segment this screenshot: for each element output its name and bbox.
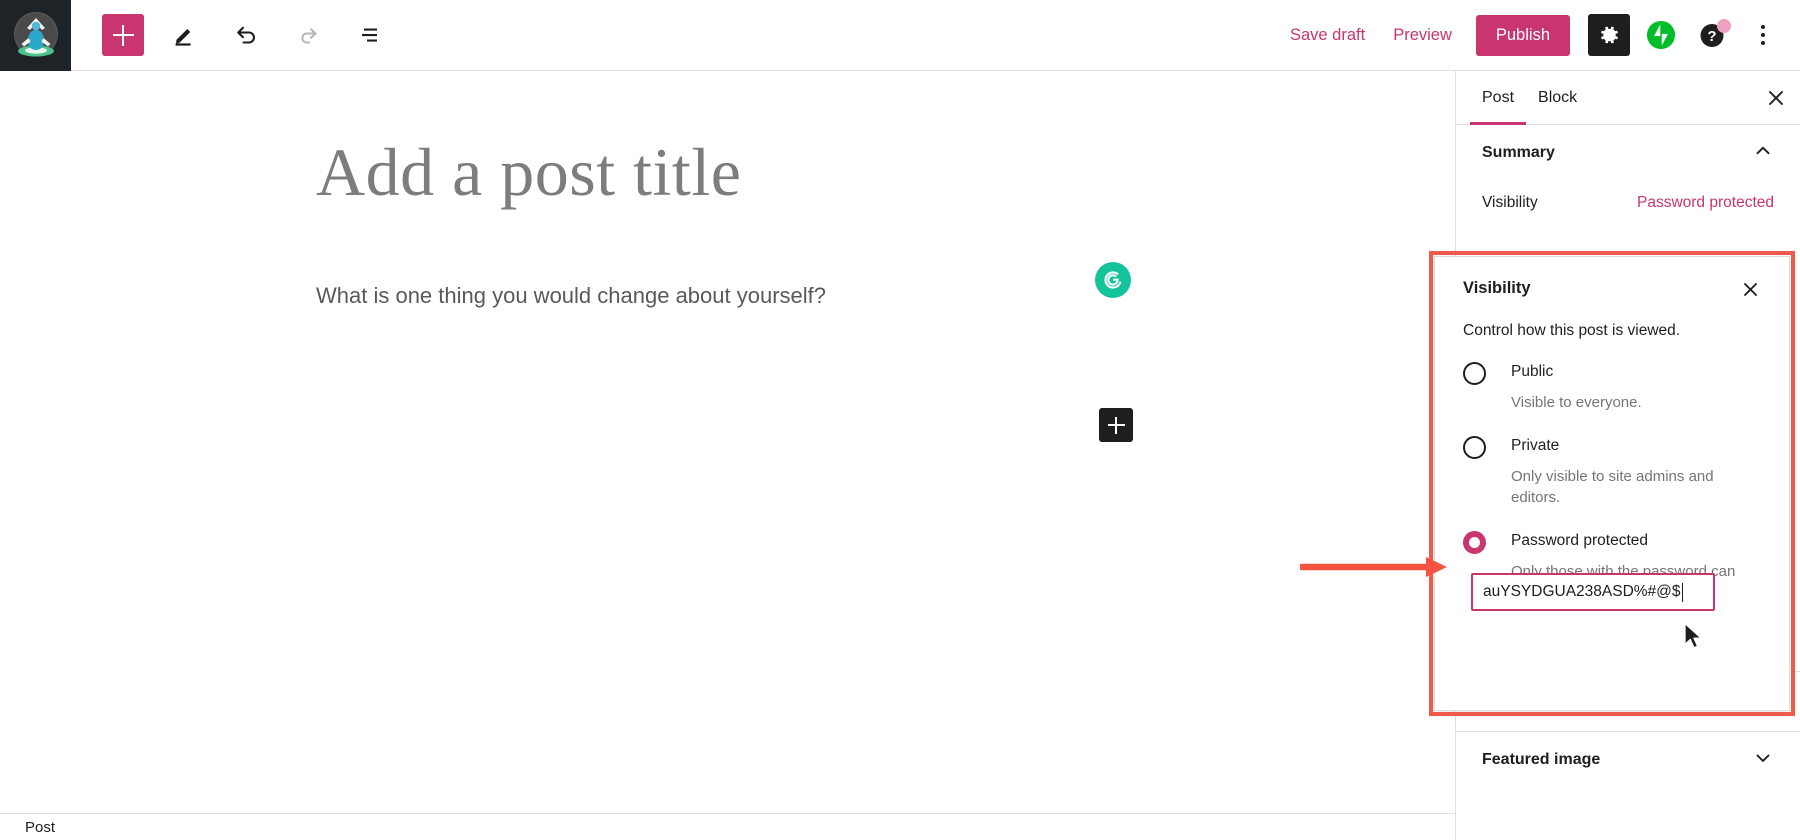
editor-top-toolbar: Save draft Preview Publish ? [0,0,1800,71]
visibility-option-public[interactable]: Public Visible to everyone. [1463,362,1761,414]
popover-header: Visibility [1463,279,1761,300]
toolbar-left-group [71,13,392,57]
option-label: Private [1511,436,1560,454]
list-view-icon [362,28,377,42]
save-draft-button[interactable]: Save draft [1276,17,1379,54]
more-options-button[interactable] [1742,14,1784,56]
visibility-row: Visibility Password protected [1456,181,1800,225]
breadcrumb[interactable]: Post [0,819,55,836]
add-block-button[interactable] [102,14,144,56]
featured-image-title: Featured image [1482,751,1601,768]
summary-panel-header[interactable]: Summary [1456,125,1800,181]
block-inserter-button[interactable] [1099,408,1133,442]
help-button[interactable]: ? [1692,14,1734,56]
svg-text:?: ? [1707,28,1716,45]
tab-post[interactable]: Post [1470,71,1527,125]
visibility-option-private[interactable]: Private Only visible to site admins and … [1463,435,1761,509]
publish-button[interactable]: Publish [1475,14,1570,56]
radio-unchecked-icon[interactable] [1463,362,1486,385]
plus-icon [112,24,134,46]
toolbar-right-group: Save draft Preview Publish ? [1276,14,1800,56]
radio-unchecked-icon[interactable] [1463,435,1486,459]
popover-title: Visibility [1463,279,1531,297]
text-caret [1681,582,1684,602]
editor-canvas[interactable]: Add a post title What is one thing you w… [0,71,1455,813]
close-sidebar-button[interactable] [1752,71,1800,124]
chevron-up-icon [1752,140,1774,167]
option-help: Visible to everyone. [1511,393,1642,411]
yoga-meditation-logo-icon [13,12,58,57]
sidebar-tablist: Post Block [1456,71,1800,125]
plus-icon [1106,415,1127,436]
summary-title: Summary [1482,144,1555,161]
visibility-value-button[interactable]: Password protected [1637,194,1774,212]
notification-dot [1717,19,1731,33]
visibility-popover: Visibility Control how this post is view… [1434,256,1790,711]
tools-pencil-button[interactable] [162,13,206,57]
close-icon [1743,282,1757,296]
jetpack-button[interactable] [1640,14,1682,56]
undo-arrow-icon [237,26,255,44]
redo-button[interactable] [286,13,330,57]
post-password-input[interactable]: auYSYDGUA238ASD%#@$ [1471,573,1715,611]
option-label: Password protected [1511,532,1648,550]
grammarly-icon[interactable] [1095,262,1131,298]
preview-button[interactable]: Preview [1379,17,1466,54]
jetpack-icon [1646,20,1676,50]
site-icon-button[interactable] [0,0,71,71]
editor-status-bar: Post [0,813,1455,840]
pencil-icon [175,29,191,46]
kebab-menu-icon [1760,24,1766,46]
settings-button[interactable] [1588,14,1630,56]
chevron-down-icon [1752,747,1774,774]
visibility-label: Visibility [1482,194,1538,211]
grammarly-g-glyph [1104,271,1122,289]
password-value: auYSYDGUA238ASD%#@$ [1483,583,1681,600]
undo-button[interactable] [224,13,268,57]
close-icon [1769,90,1783,105]
redo-arrow-icon [301,28,317,44]
option-label: Public [1511,363,1554,380]
popover-close-button[interactable] [1739,278,1761,300]
wordpress-block-editor: Save draft Preview Publish ? Add a post … [0,0,1800,840]
list-view-button[interactable] [348,13,392,57]
radio-checked-icon[interactable] [1463,531,1486,555]
sidebar-section-featured-image: Featured image [1456,731,1800,788]
featured-image-panel-header[interactable]: Featured image [1456,732,1800,788]
help-icon: ? [1698,19,1731,50]
post-paragraph-block[interactable]: What is one thing you would change about… [316,279,826,312]
popover-description: Control how this post is viewed. [1463,322,1681,339]
gear-icon [1601,26,1618,44]
option-help: Only visible to site admins and editors. [1511,467,1714,507]
post-title-placeholder[interactable]: Add a post title [316,133,741,211]
tab-block[interactable]: Block [1526,71,1589,124]
